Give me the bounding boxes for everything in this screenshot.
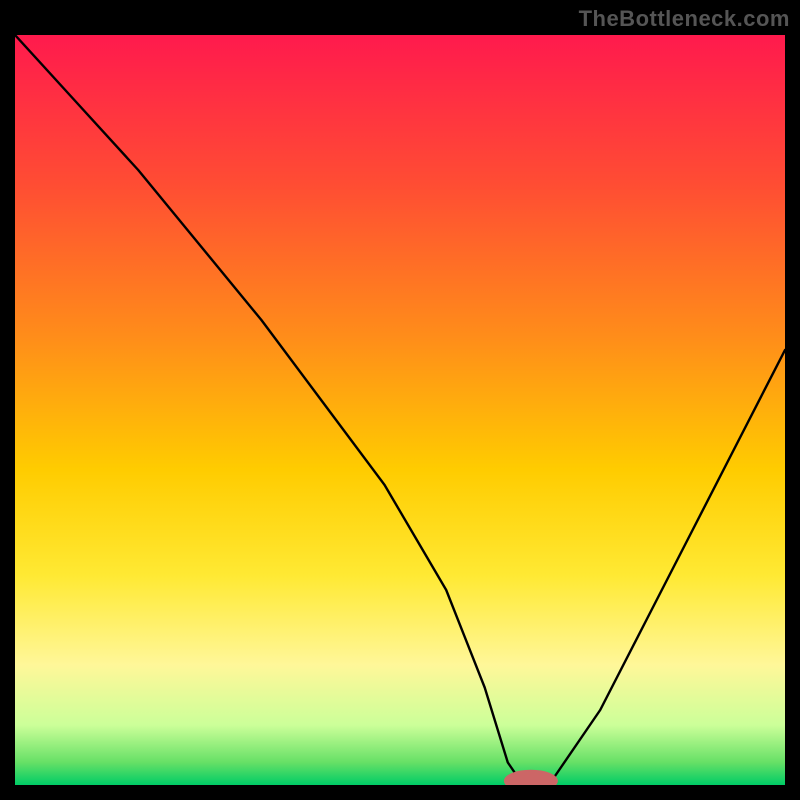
watermark-text: TheBottleneck.com — [579, 6, 790, 32]
gradient-rect — [15, 35, 785, 785]
plot-area — [15, 35, 785, 785]
plot-svg — [15, 35, 785, 785]
chart-container: TheBottleneck.com — [0, 0, 800, 800]
